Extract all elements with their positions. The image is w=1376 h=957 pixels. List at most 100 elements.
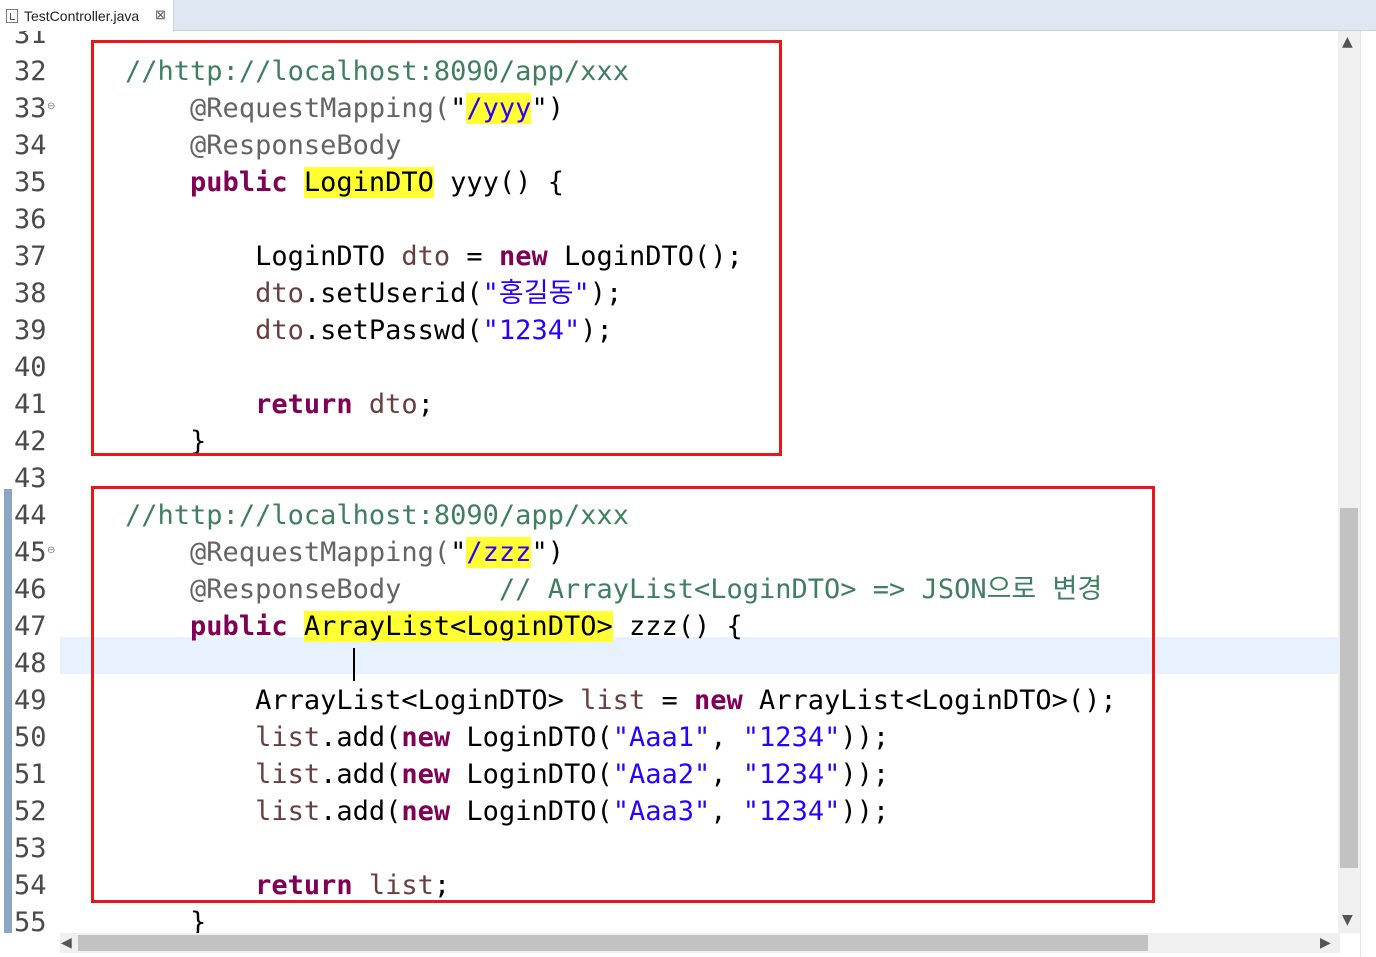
- horizontal-scroll-thumb[interactable]: [78, 935, 1148, 951]
- code-line[interactable]: 49 ArrayList<LoginDTO> list = new ArrayL…: [0, 682, 1338, 719]
- code-text: @RequestMapping("/yyy"): [60, 90, 564, 127]
- code-token: "1234": [742, 796, 841, 827]
- line-number: 45: [14, 537, 47, 568]
- code-line[interactable]: 46 @ResponseBody // ArrayList<LoginDTO> …: [0, 571, 1338, 608]
- code-line[interactable]: 43: [0, 460, 1338, 497]
- code-token: dto: [255, 315, 304, 346]
- line-number: 38: [14, 278, 47, 309]
- code-token: =: [645, 685, 694, 716]
- code-line[interactable]: 33 ⊖ @RequestMapping("/yyy"): [0, 90, 1338, 127]
- tab-test-controller[interactable]: TestController.java ⊠: [0, 0, 174, 32]
- code-line[interactable]: 35 public LoginDTO yyy() {: [0, 164, 1338, 201]
- code-token: ));: [840, 796, 890, 827]
- code-token: new: [401, 796, 451, 827]
- code-token: ArrayList<LoginDTO>();: [742, 685, 1117, 716]
- code-token: ;: [417, 389, 434, 420]
- code-token: zzz() {: [612, 611, 743, 642]
- code-token: yyy() {: [433, 167, 564, 198]
- code-token: @ResponseBody: [190, 130, 402, 161]
- code-line[interactable]: 37 LoginDTO dto = new LoginDTO();: [0, 238, 1338, 275]
- code-line[interactable]: 36: [0, 201, 1338, 238]
- scroll-left-icon[interactable]: ◀: [61, 935, 72, 951]
- line-number: 35: [14, 167, 47, 198]
- code-line[interactable]: 39 dto.setPasswd("1234");: [0, 312, 1338, 349]
- code-text: dto.setUserid("홍길동");: [60, 275, 622, 312]
- code-token: =: [450, 241, 499, 272]
- scroll-right-icon[interactable]: ▶: [1320, 935, 1331, 951]
- code-token: return: [255, 870, 353, 901]
- code-token: @RequestMapping(: [190, 537, 451, 568]
- code-text: }: [60, 904, 206, 933]
- line-number: 47: [14, 611, 47, 642]
- text-cursor: [352, 648, 355, 681]
- line-number: 55: [14, 907, 47, 933]
- code-token: "홍길동": [482, 278, 590, 309]
- close-tab-icon[interactable]: ⊠: [155, 7, 166, 23]
- code-token: "1234": [742, 722, 841, 753]
- code-token: dto: [368, 389, 418, 420]
- code-token: LoginDTO(: [450, 796, 613, 827]
- code-text: [60, 645, 355, 682]
- code-line[interactable]: 51 list.add(new LoginDTO("Aaa2", "1234")…: [0, 756, 1338, 793]
- code-token: new: [693, 685, 743, 716]
- code-line[interactable]: 52 list.add(new LoginDTO("Aaa3", "1234")…: [0, 793, 1338, 830]
- code-text: //http://localhost:8090/app/xxx: [60, 497, 629, 534]
- code-token: new: [401, 722, 451, 753]
- code-token: list: [255, 796, 321, 827]
- code-editor[interactable]: 31 32 //http://localhost:8090/app/xxx 33 ⊖ …: [0, 31, 1338, 933]
- code-line[interactable]: 40: [0, 349, 1338, 386]
- code-text: list.add(new LoginDTO("Aaa2", "1234"));: [60, 756, 889, 793]
- code-line[interactable]: 32 //http://localhost:8090/app/xxx: [0, 53, 1338, 90]
- code-token: // ArrayList<LoginDTO> => JSON으로 변경: [498, 574, 1103, 605]
- code-line[interactable]: 54 return list;: [0, 867, 1338, 904]
- overview-ruler: [1360, 31, 1376, 957]
- scroll-down-icon[interactable]: ▼: [1342, 912, 1353, 928]
- code-line[interactable]: 31: [0, 31, 1338, 53]
- vertical-scroll-thumb[interactable]: [1340, 508, 1358, 868]
- code-token: ));: [840, 722, 890, 753]
- code-line[interactable]: 41 return dto;: [0, 386, 1338, 423]
- code-token: new: [498, 241, 548, 272]
- code-line[interactable]: 55 }: [0, 904, 1338, 933]
- code-token: );: [589, 278, 623, 309]
- code-token: public: [190, 611, 288, 642]
- code-line[interactable]: 47 public ArrayList<LoginDTO> zzz() {: [0, 608, 1338, 645]
- code-token: dto: [255, 278, 304, 309]
- code-line[interactable]: 38 dto.setUserid("홍길동");: [0, 275, 1338, 312]
- code-line[interactable]: 45 ⊖ @RequestMapping("/zzz"): [0, 534, 1338, 571]
- code-token: .setUserid(: [303, 278, 483, 309]
- code-token: "): [531, 93, 564, 124]
- code-line[interactable]: 44 //http://localhost:8090/app/xxx: [0, 497, 1338, 534]
- code-token: "1234": [742, 759, 841, 790]
- code-token: //http://localhost:8090/app/xxx: [125, 56, 629, 87]
- scroll-up-icon[interactable]: ▲: [1342, 34, 1353, 50]
- code-text: @RequestMapping("/zzz"): [60, 534, 564, 571]
- line-number: 40: [14, 352, 47, 383]
- code-line[interactable]: 53: [0, 830, 1338, 867]
- line-number: 43: [14, 463, 47, 494]
- code-token: ,: [710, 722, 743, 753]
- code-line[interactable]: 34 @ResponseBody: [0, 127, 1338, 164]
- code-token: dto: [401, 241, 451, 272]
- line-number: 37: [14, 241, 47, 272]
- code-line[interactable]: 50 list.add(new LoginDTO("Aaa1", "1234")…: [0, 719, 1338, 756]
- fold-toggle-icon[interactable]: ⊖: [47, 532, 55, 569]
- fold-toggle-icon[interactable]: ⊖: [47, 88, 55, 125]
- code-text: return dto;: [60, 386, 434, 423]
- line-number: 39: [14, 315, 47, 346]
- code-text: @ResponseBody: [60, 127, 401, 164]
- code-token: ));: [840, 759, 890, 790]
- code-line[interactable]: 42 }: [0, 423, 1338, 460]
- code-text: }: [60, 423, 206, 460]
- code-line[interactable]: 48: [0, 645, 1338, 682]
- code-token: ": [450, 93, 467, 124]
